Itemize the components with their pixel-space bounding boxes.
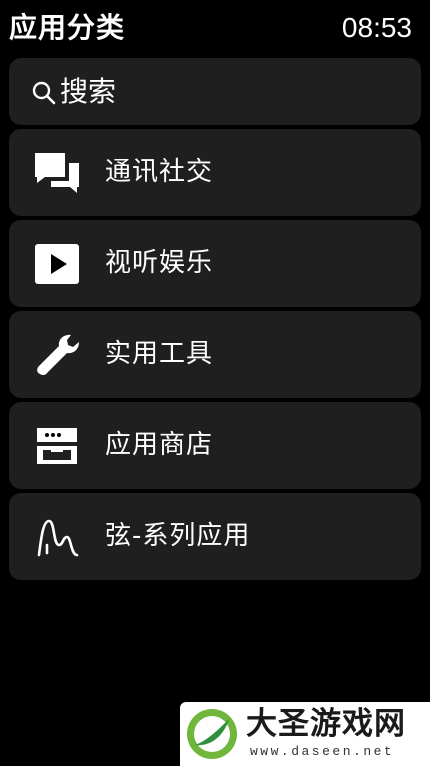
category-list: 通讯社交 视听娱乐 实用工具 应用商店 弦-系列应用	[9, 129, 421, 584]
category-label: 实用工具	[105, 339, 214, 369]
status-header: 应用分类 08:53	[0, 0, 430, 56]
category-label: 视听娱乐	[105, 248, 214, 278]
watermark-badge: 大圣游戏网 www.daseen.net	[180, 702, 430, 766]
store-icon	[37, 428, 77, 464]
category-item-xian-series[interactable]: 弦-系列应用	[9, 493, 421, 580]
wrench-icon	[37, 334, 79, 376]
category-item-communication[interactable]: 通讯社交	[9, 129, 421, 216]
category-item-store[interactable]: 应用商店	[9, 402, 421, 489]
play-icon	[35, 244, 79, 284]
watermark-title: 大圣游戏网	[246, 706, 406, 742]
category-item-tools[interactable]: 实用工具	[9, 311, 421, 398]
page-title: 应用分类	[9, 11, 126, 44]
watermark-url: www.daseen.net	[250, 744, 395, 759]
category-item-media[interactable]: 视听娱乐	[9, 220, 421, 307]
category-label: 通讯社交	[105, 157, 214, 187]
chat-bubbles-icon	[35, 153, 79, 193]
search-icon	[32, 81, 56, 105]
search-label: 搜索	[60, 75, 117, 108]
clock: 08:53	[341, 12, 412, 43]
search-bar[interactable]: 搜索	[9, 58, 421, 125]
category-label: 弦-系列应用	[105, 521, 251, 551]
waveform-logo-icon	[37, 519, 79, 557]
watermark-logo-icon	[187, 709, 237, 759]
category-label: 应用商店	[105, 430, 214, 460]
